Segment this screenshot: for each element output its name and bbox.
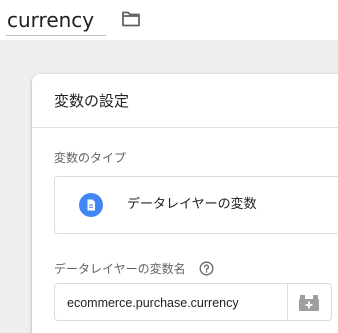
dlv-name-input[interactable]: ecommerce.purchase.currency <box>54 283 288 321</box>
variable-configuration-card: 変数の設定 変数のタイプ データレイヤーの変数 データレイヤーの変数名 ecom… <box>32 74 338 333</box>
card-title: 変数の設定 <box>54 92 130 110</box>
folder-icon[interactable] <box>119 7 143 31</box>
variable-name-text[interactable]: currency <box>7 8 94 32</box>
help-circle-icon[interactable] <box>199 261 214 276</box>
variable-picker-button[interactable] <box>288 283 332 321</box>
variable-type-selector[interactable]: データレイヤーの変数 <box>54 176 338 234</box>
document-icon <box>79 193 103 217</box>
dlv-name-value[interactable]: ecommerce.purchase.currency <box>67 294 239 312</box>
dlv-name-label: データレイヤーの変数名 <box>54 262 186 276</box>
variable-type-name: データレイヤーの変数 <box>127 197 257 212</box>
card-header: 変数の設定 <box>32 74 338 128</box>
editor-header: currency <box>0 0 338 40</box>
variable-name-field[interactable]: currency <box>6 4 106 36</box>
variable-type-label: 変数のタイプ <box>54 151 127 165</box>
variable-brick-icon <box>299 295 319 311</box>
